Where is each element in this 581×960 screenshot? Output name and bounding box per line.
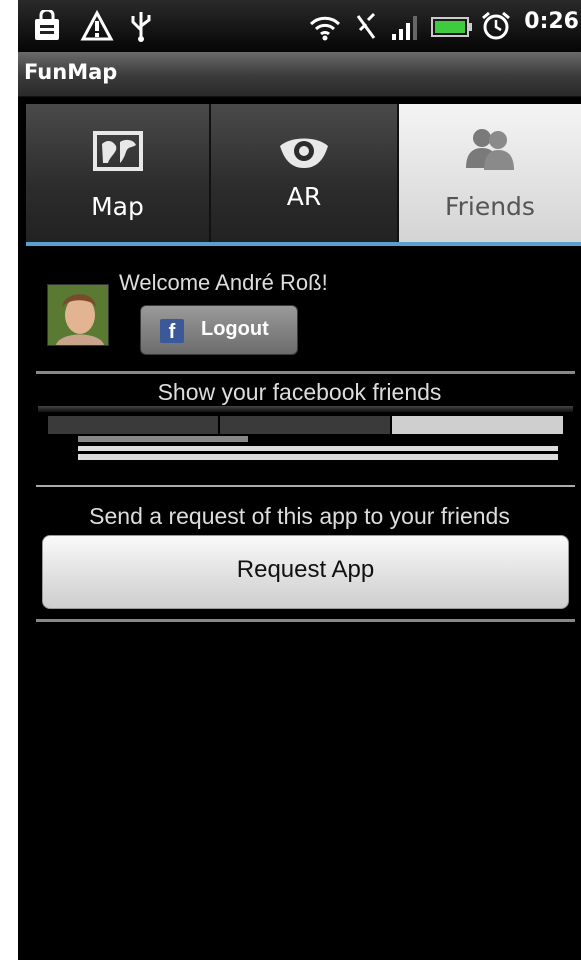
signal-icon bbox=[392, 16, 417, 40]
friends-preview-image[interactable] bbox=[38, 406, 573, 462]
preview-tab bbox=[392, 416, 563, 434]
warning-icon bbox=[80, 10, 114, 41]
divider bbox=[36, 619, 575, 622]
preview-tab bbox=[220, 416, 390, 434]
tab-friends[interactable]: Friends bbox=[399, 104, 581, 242]
preview-row bbox=[78, 446, 558, 451]
tab-label: Map bbox=[91, 192, 144, 221]
preview-row bbox=[78, 454, 558, 460]
preview-tabs bbox=[48, 416, 563, 434]
status-bar: 0:26 bbox=[18, 0, 581, 52]
request-app-button[interactable]: Request App bbox=[42, 535, 569, 609]
tab-map[interactable]: Map bbox=[26, 104, 211, 242]
wifi-icon bbox=[309, 16, 341, 41]
logout-button[interactable]: f Logout bbox=[140, 305, 298, 355]
preview-status-bar bbox=[38, 406, 573, 412]
tab-label: Friends bbox=[445, 192, 535, 221]
request-app-label: Request App bbox=[236, 556, 375, 583]
tab-indicator bbox=[26, 242, 581, 246]
logout-label: Logout bbox=[201, 318, 269, 340]
shopping-bag-icon bbox=[35, 10, 59, 40]
alarm-icon bbox=[482, 11, 510, 40]
profile-photo bbox=[48, 285, 108, 345]
friends-icon bbox=[466, 129, 514, 170]
app-title: FunMap bbox=[24, 60, 118, 84]
request-description: Send a request of this app to your frien… bbox=[89, 503, 510, 529]
avatar bbox=[47, 284, 109, 346]
divider bbox=[36, 485, 575, 487]
divider bbox=[36, 371, 575, 374]
battery-icon bbox=[431, 17, 472, 37]
usb-icon bbox=[131, 12, 151, 42]
title-bar: FunMap bbox=[18, 52, 581, 97]
map-icon bbox=[92, 131, 143, 171]
preview-row bbox=[78, 436, 248, 442]
tab-ar[interactable]: AR bbox=[211, 104, 399, 242]
tab-label: AR bbox=[286, 182, 322, 211]
tab-bar: Map AR Friends bbox=[26, 104, 581, 242]
preview-tab bbox=[48, 416, 218, 434]
facebook-icon: f bbox=[160, 319, 184, 343]
welcome-text: Welcome André Roß! bbox=[119, 270, 328, 295]
phone-screen: 0:26 FunMap Map AR Friends Welcome André… bbox=[18, 0, 581, 960]
eye-icon bbox=[280, 138, 328, 168]
show-friends-label: Show your facebook friends bbox=[157, 379, 442, 405]
clock: 0:26 bbox=[524, 9, 579, 34]
no-sync-icon bbox=[356, 12, 376, 39]
